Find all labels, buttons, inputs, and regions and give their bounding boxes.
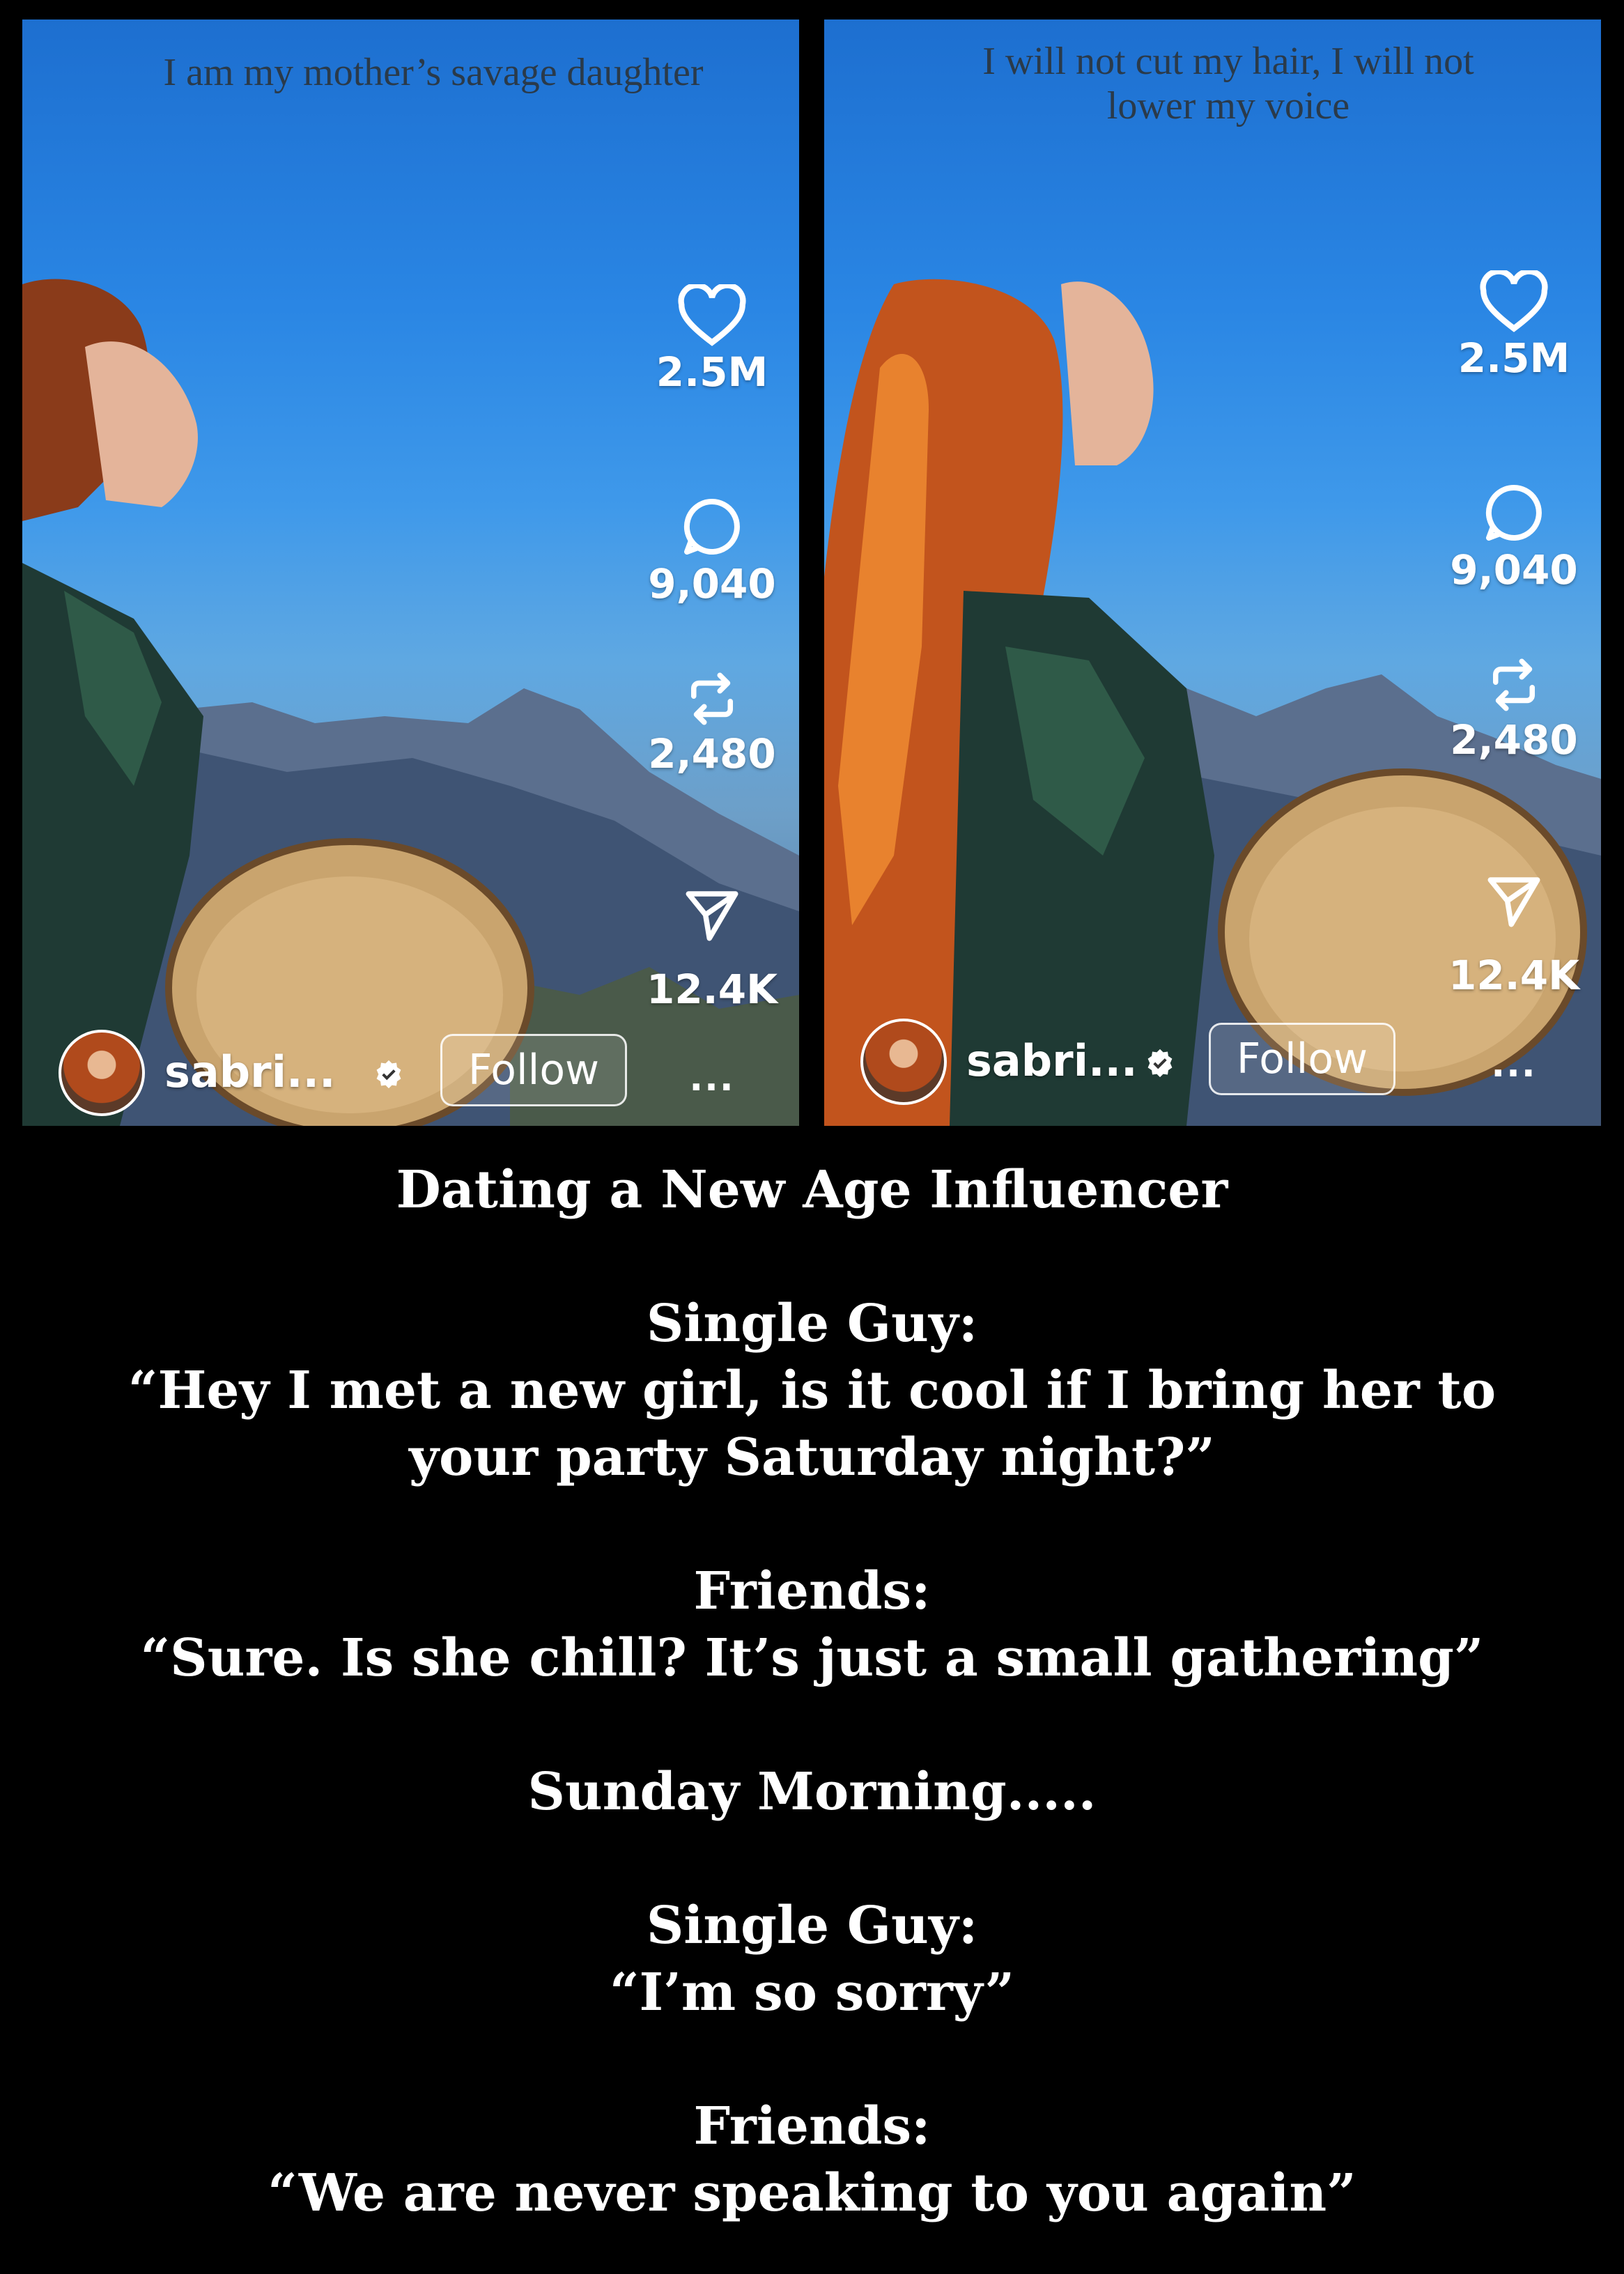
repost-icon (691, 672, 733, 725)
meme-text-block: Dating a New Age Influencer Single Guy: … (0, 1157, 1624, 2227)
follow-button[interactable]: Follow (1209, 1023, 1395, 1095)
verified-badge-icon (376, 1060, 401, 1089)
username[interactable]: sabri... (966, 1035, 1138, 1086)
comment-action[interactable]: 9,040 (639, 493, 785, 608)
follow-button[interactable]: Follow (440, 1034, 627, 1106)
comment-count: 9,040 (648, 560, 776, 608)
heart-icon (678, 284, 746, 346)
dialogue-line: “I’m so sorry” (609, 1963, 1015, 2022)
video-caption: I will not cut my hair, I will not lower… (982, 40, 1474, 127)
repost-count: 2,480 (1450, 716, 1578, 764)
meme-title: Dating a New Age Influencer (396, 1160, 1228, 1220)
verified-badge-icon (1147, 1049, 1173, 1078)
speaker-label: Single Guy: (646, 1294, 978, 1354)
like-action[interactable]: 2.5M (1441, 270, 1587, 382)
dialogue-line: “We are never speaking to you again” (268, 2163, 1356, 2223)
avatar[interactable] (59, 1030, 145, 1116)
comment-bubble-icon (1485, 484, 1542, 541)
video-panel-left[interactable]: I am my mother’s savage daughter 2.5M 9,… (22, 20, 799, 1126)
heart-icon (1480, 270, 1548, 332)
avatar[interactable] (860, 1019, 947, 1105)
scene-heading: Sunday Morning..... (527, 1762, 1097, 1822)
comment-bubble-icon (683, 498, 740, 555)
share-action[interactable]: 12.4K (1441, 869, 1587, 999)
speaker-label: Friends: (693, 1561, 931, 1621)
like-action[interactable]: 2.5M (639, 284, 785, 396)
repost-action[interactable]: 2,480 (639, 667, 785, 778)
share-count: 12.4K (1448, 952, 1580, 999)
profile-bar: sabri... Follow (59, 1030, 755, 1120)
dialogue-line: “Hey I met a new girl, is it cool if I b… (127, 1361, 1497, 1421)
share-count: 12.4K (646, 966, 778, 1013)
dialogue-line: “Sure. Is she chill? It’s just a small g… (140, 1628, 1484, 1688)
repost-icon (1493, 658, 1535, 711)
comment-count: 9,040 (1450, 546, 1578, 594)
profile-bar: sabri... Follow (860, 1019, 1557, 1109)
like-count: 2.5M (1457, 334, 1570, 382)
speaker-label: Friends: (693, 2096, 931, 2156)
share-action[interactable]: 12.4K (639, 883, 785, 1013)
send-icon (686, 891, 738, 941)
dialogue-line: your party Saturday night?” (409, 1428, 1215, 1487)
send-icon (1487, 877, 1540, 927)
like-count: 2.5M (656, 348, 768, 396)
repost-count: 2,480 (648, 730, 776, 778)
speaker-label: Single Guy: (646, 1896, 978, 1956)
comment-action[interactable]: 9,040 (1441, 479, 1587, 594)
video-panel-right[interactable]: I will not cut my hair, I will not lower… (824, 20, 1601, 1126)
username[interactable]: sabri... (164, 1046, 336, 1097)
video-caption: I am my mother’s savage daughter (163, 51, 704, 94)
repost-action[interactable]: 2,480 (1441, 653, 1587, 764)
